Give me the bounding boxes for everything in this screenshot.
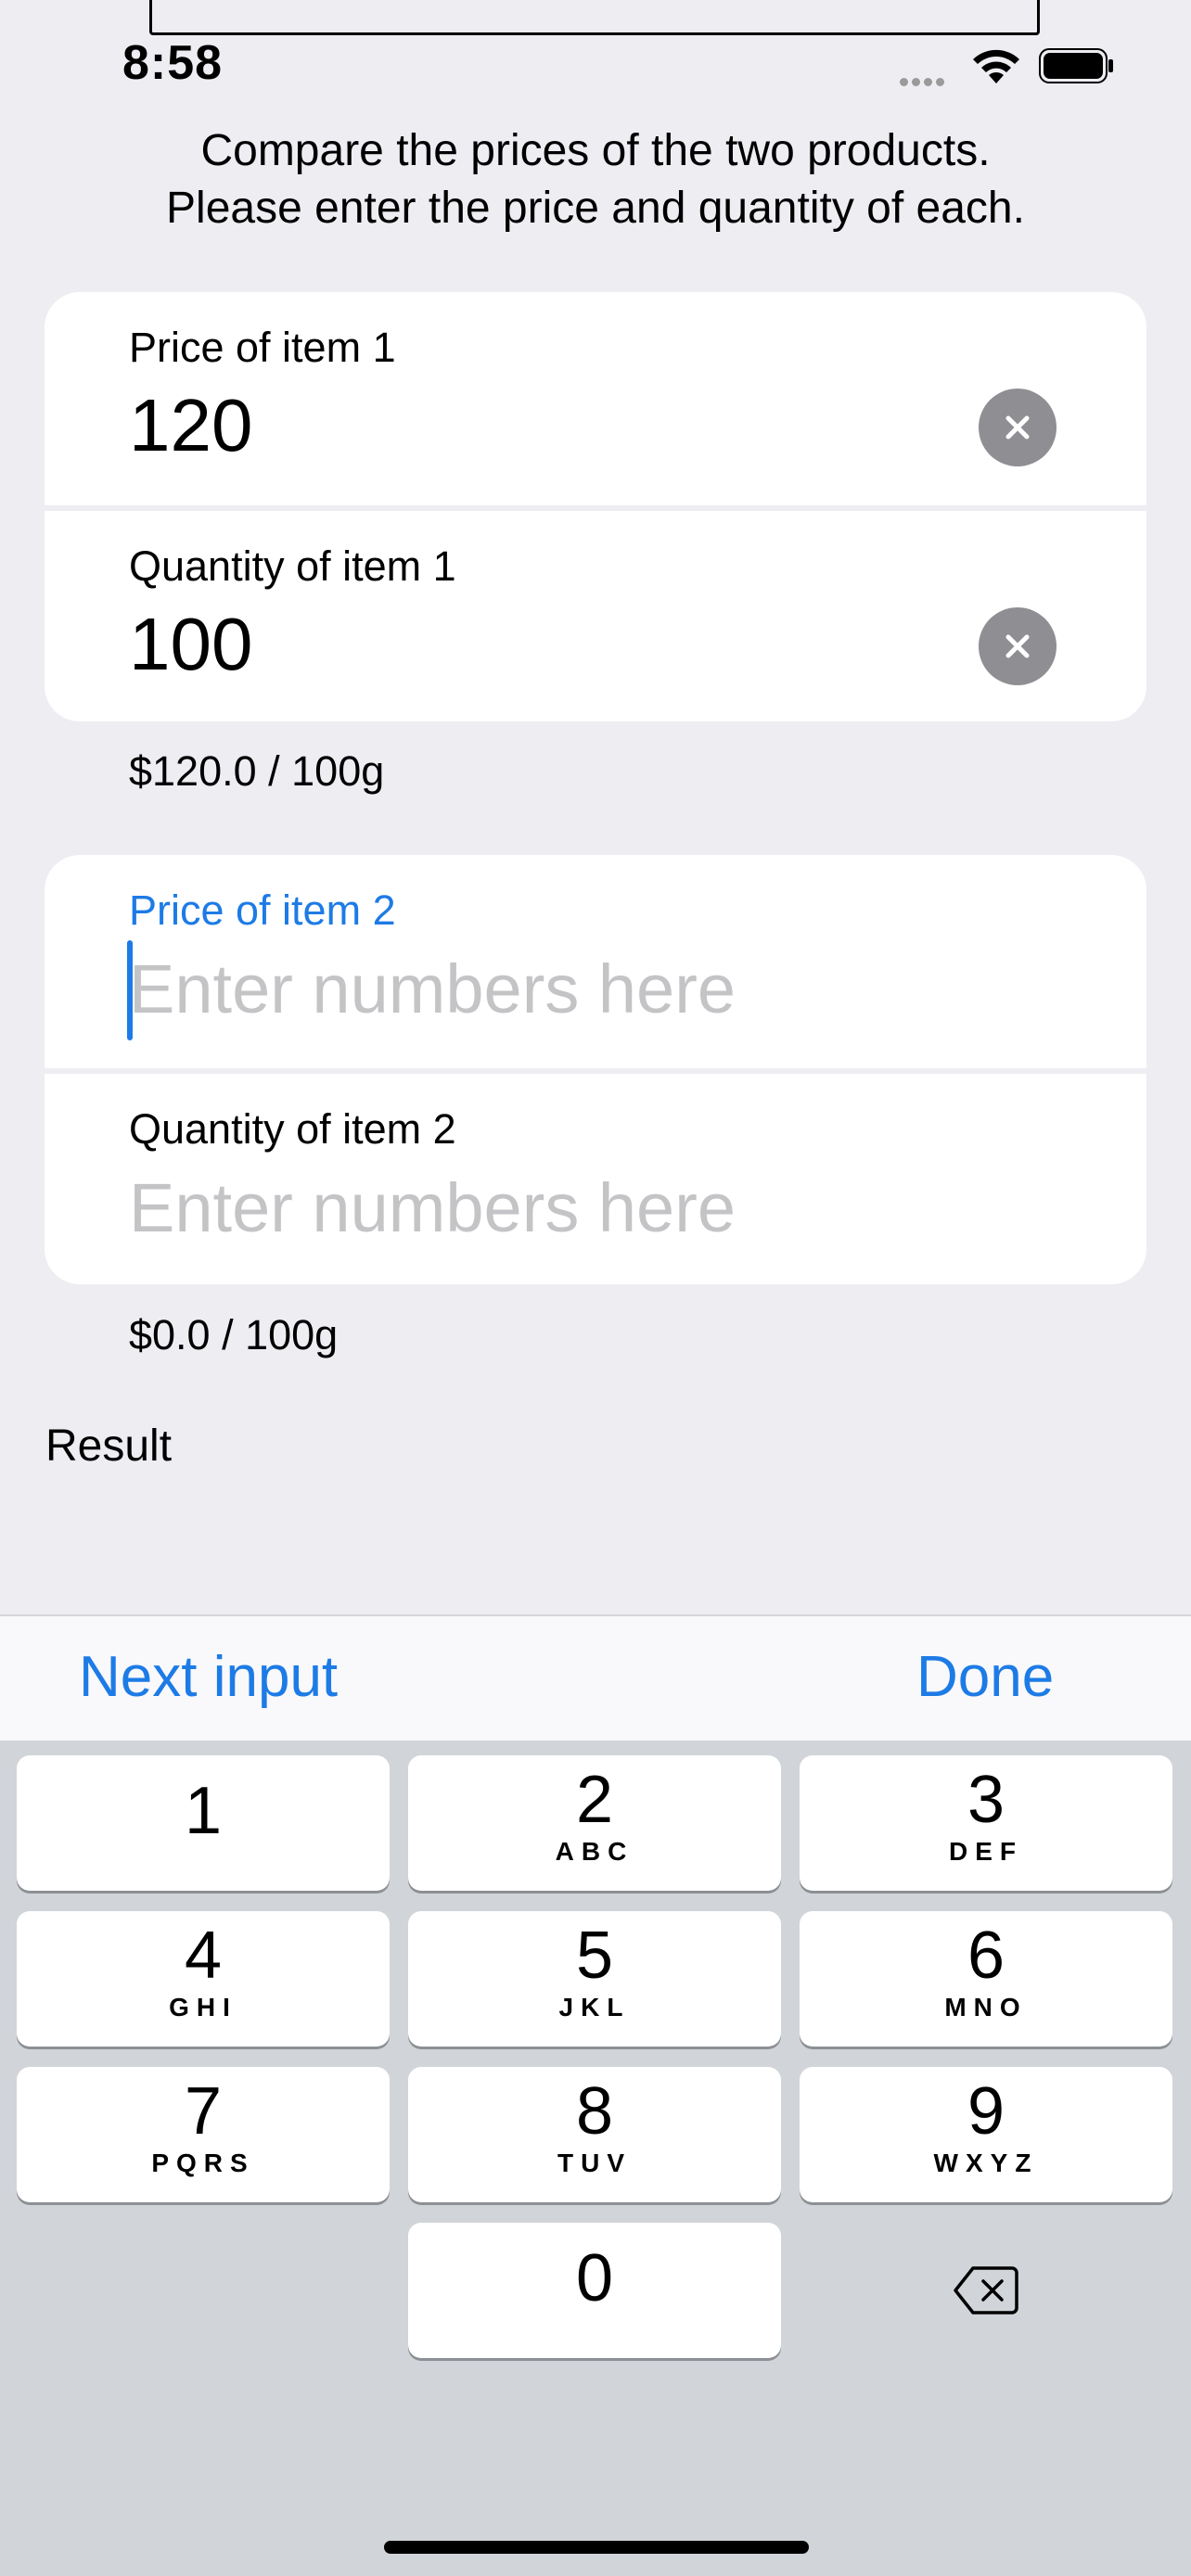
item-2-unit-price: $0.0 / 100g (129, 1311, 339, 1358)
cellular-dots-icon (900, 74, 955, 86)
keyboard-toolbar: Next input Done (0, 1614, 1191, 1741)
backspace-icon (954, 2266, 1018, 2315)
key-2[interactable]: 2 ABC (408, 1755, 781, 1891)
key-5[interactable]: 5 JKL (408, 1911, 781, 2047)
wifi-icon (970, 46, 1022, 90)
key-digit: 8 (575, 2074, 614, 2149)
status-time: 8:58 (122, 36, 224, 90)
item-2-price-input[interactable]: Enter numbers here (129, 950, 736, 1028)
item-1-quantity-field[interactable]: Quantity of item 1 100 (45, 511, 1146, 724)
next-input-button[interactable]: Next input (79, 1644, 338, 1710)
key-letters: JKL (558, 1993, 631, 2021)
screen-notch (149, 0, 1040, 35)
key-7[interactable]: 7 PQRS (17, 2067, 390, 2202)
key-1[interactable]: 1 (17, 1755, 390, 1891)
key-letters: MNO (944, 1993, 1028, 2021)
item-1-quantity-input[interactable]: 100 (129, 602, 252, 687)
key-digit: 1 (184, 1774, 223, 1848)
key-digit: 0 (575, 2241, 614, 2315)
key-digit: 5 (575, 1919, 614, 1993)
close-icon (1005, 415, 1030, 440)
key-letters: DEF (949, 1837, 1023, 1866)
item-1-unit-price: $120.0 / 100g (129, 747, 385, 795)
close-icon (1005, 634, 1030, 658)
item-2-quantity-field[interactable]: Quantity of item 2 Enter numbers here (45, 1074, 1146, 1287)
key-8[interactable]: 8 TUV (408, 2067, 781, 2202)
key-9[interactable]: 9 WXYZ (800, 2067, 1172, 2202)
item-1-card: Price of item 1 120 Quantity of item 1 1… (45, 292, 1146, 721)
key-digit: 7 (184, 2074, 223, 2149)
battery-icon (1039, 48, 1115, 88)
key-letters: WXYZ (933, 2149, 1039, 2177)
key-digit: 4 (184, 1919, 223, 1993)
item-2-card: Price of item 2 Enter numbers here Quant… (45, 855, 1146, 1284)
result-label: Result (45, 1422, 173, 1471)
key-digit: 6 (967, 1919, 1005, 1993)
home-indicator[interactable] (384, 2541, 809, 2554)
key-letters: ABC (555, 1837, 634, 1866)
instructions-line-1: Compare the prices of the two products. (200, 126, 991, 175)
clear-quantity-1-button[interactable] (979, 607, 1057, 685)
item-1-price-field[interactable]: Price of item 1 120 (45, 292, 1146, 505)
item-1-price-label: Price of item 1 (129, 324, 396, 371)
key-letters: TUV (557, 2149, 632, 2177)
key-3[interactable]: 3 DEF (800, 1755, 1172, 1891)
number-pad: 1 2 ABC 3 DEF 4 GHI 5 JKL 6 MNO 7 PQRS 8… (0, 1741, 1191, 2576)
key-digit: 9 (967, 2074, 1005, 2149)
instructions-text: Compare the prices of the two products. … (0, 122, 1191, 237)
key-letters: PQRS (151, 2149, 255, 2177)
item-2-quantity-input[interactable]: Enter numbers here (129, 1168, 736, 1247)
item-2-price-field[interactable]: Price of item 2 Enter numbers here (45, 855, 1146, 1068)
clear-price-1-button[interactable] (979, 389, 1057, 466)
delete-key[interactable] (800, 2223, 1172, 2358)
key-digit: 2 (575, 1763, 614, 1837)
key-0[interactable]: 0 (408, 2223, 781, 2358)
key-4[interactable]: 4 GHI (17, 1911, 390, 2047)
item-1-price-input[interactable]: 120 (129, 383, 252, 468)
done-button[interactable]: Done (916, 1644, 1054, 1710)
key-digit: 3 (967, 1763, 1005, 1837)
item-2-quantity-label: Quantity of item 2 (129, 1105, 456, 1153)
key-6[interactable]: 6 MNO (800, 1911, 1172, 2047)
key-letters: GHI (169, 1993, 237, 2021)
item-1-quantity-label: Quantity of item 1 (129, 542, 456, 590)
instructions-line-2: Please enter the price and quantity of e… (166, 184, 1025, 233)
item-2-price-label: Price of item 2 (129, 886, 396, 934)
